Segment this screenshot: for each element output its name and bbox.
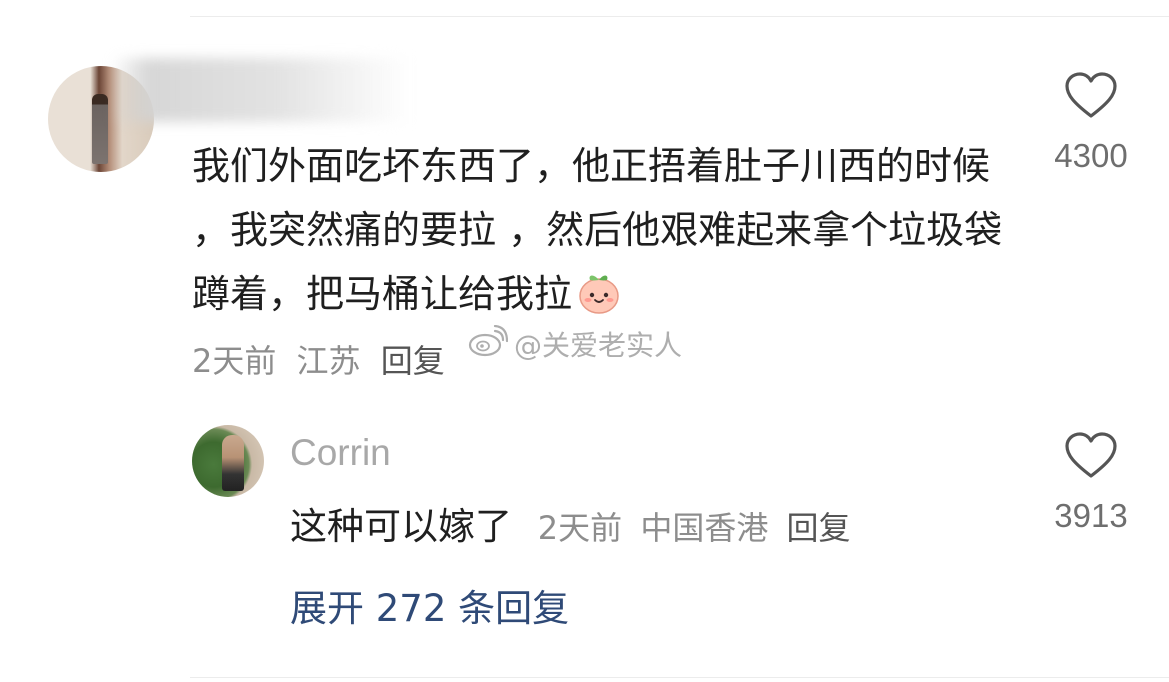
reply-location: 中国香港: [640, 509, 769, 547]
reply-like-count: 3913: [1054, 497, 1128, 534]
blurred-username: [112, 58, 412, 122]
peach-face-emoji-icon: [576, 269, 622, 315]
bottom-divider: [190, 677, 1169, 678]
reply-time: 2天前: [537, 509, 623, 547]
reply-avatar[interactable]: [192, 425, 264, 497]
comment-meta: 2天前 江苏 回复: [192, 336, 455, 382]
heart-icon[interactable]: [1064, 72, 1118, 124]
comment-like-count: 4300: [1054, 137, 1128, 174]
reply-body: 这种可以嫁了 2天前 中国香港 回复: [290, 496, 859, 550]
comment-like[interactable]: 4300: [1036, 72, 1146, 175]
avatar-photo-figure: [222, 435, 244, 491]
reply-username[interactable]: Corrin: [290, 432, 391, 474]
watermark-text: @关爱老实人: [514, 329, 683, 362]
heart-icon[interactable]: [1064, 432, 1118, 484]
reply-text: 这种可以嫁了: [290, 505, 512, 548]
comment-body: 我们外面吃坏东西了，他正捂着肚子川西的时候 ，我突然痛的要拉 ，然后他艰难起来拿…: [192, 134, 1032, 326]
comment-location: 江苏: [296, 342, 361, 380]
top-divider: [190, 16, 1169, 17]
weibo-logo-icon: [468, 324, 509, 364]
reply-like[interactable]: 3913: [1036, 432, 1146, 535]
reply-reply-button[interactable]: 回复: [787, 509, 851, 547]
comment-reply-button[interactable]: 回复: [381, 342, 445, 380]
avatar-photo-figure: [92, 94, 108, 164]
weibo-watermark: @关爱老实人: [468, 324, 682, 364]
expand-replies-button[interactable]: 展开 272 条回复: [290, 578, 569, 632]
reply-meta: 2天前 中国香港 回复: [538, 509, 859, 547]
comment-time: 2天前: [192, 342, 277, 380]
